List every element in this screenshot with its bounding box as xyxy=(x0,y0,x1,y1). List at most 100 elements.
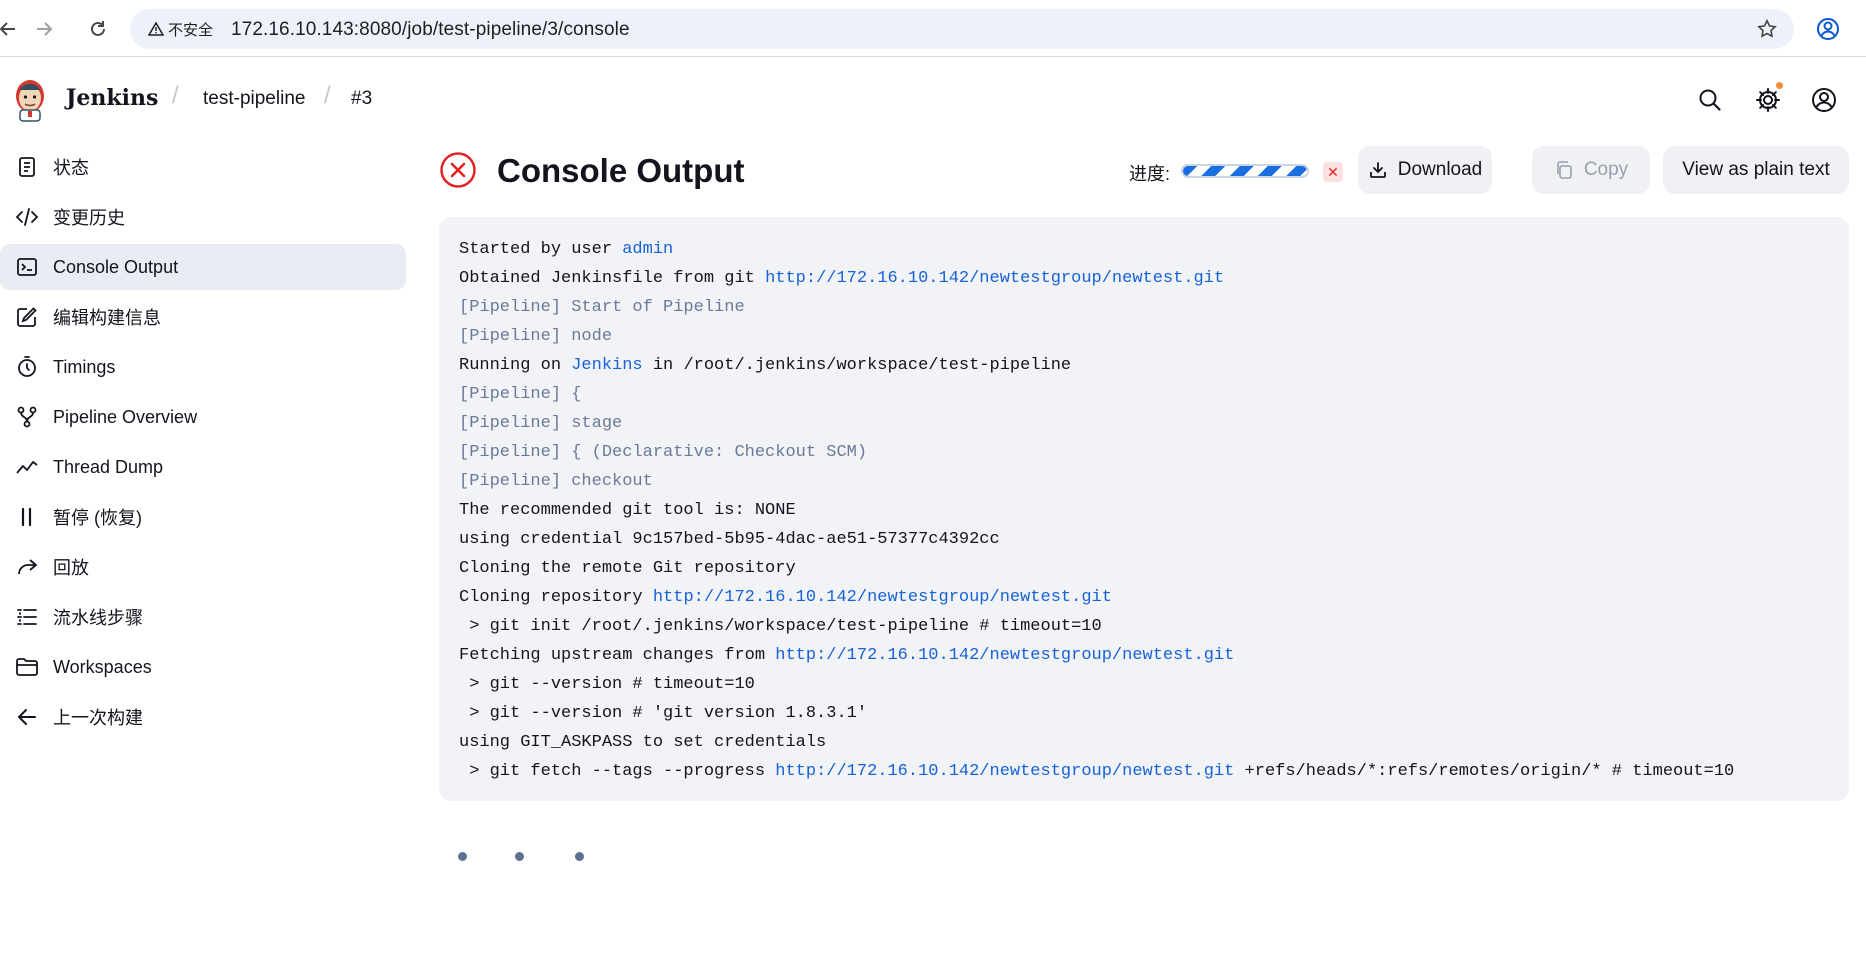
pipeline-step-text: [Pipeline] Start of Pipeline xyxy=(459,298,745,317)
sidebar-item-label: Pipeline Overview xyxy=(53,406,198,427)
console-text: Cloning the remote Git repository xyxy=(459,559,796,578)
search-icon[interactable] xyxy=(1696,86,1724,114)
download-button[interactable]: Download xyxy=(1358,146,1492,194)
sidebar-item-workspaces[interactable]: Workspaces xyxy=(0,644,406,690)
copy-icon xyxy=(1557,161,1572,179)
console-text: +refs/heads/*:refs/remotes/origin/* # ti… xyxy=(1234,762,1735,781)
arrow-left-icon xyxy=(14,704,40,730)
progress-bar xyxy=(1181,164,1309,178)
jenkins-header: Jenkins / test-pipeline / #3 xyxy=(0,58,1866,142)
sidebar-item-label: 暂停 (恢复) xyxy=(53,508,142,528)
page-title-row: Console Output 进度: ✕ Download Copy View … xyxy=(439,144,1849,200)
terminal-icon xyxy=(14,254,40,280)
console-link[interactable]: admin xyxy=(622,240,673,259)
console-text: > git --version # 'git version 1.8.3.1' xyxy=(459,704,868,723)
console-line: > git fetch --tags --progress http://172… xyxy=(459,757,1829,786)
download-label: Download xyxy=(1397,159,1483,180)
sidebar-item-label: 编辑构建信息 xyxy=(53,308,161,328)
sidebar-item-label: Timings xyxy=(53,356,116,377)
pipeline-step-text: [Pipeline] { (Declarative: Checkout SCM) xyxy=(459,443,868,462)
branch-icon xyxy=(14,404,40,430)
loading-dot xyxy=(515,852,524,861)
console-text: > git --version # timeout=10 xyxy=(459,675,755,694)
console-link[interactable]: http://172.16.10.142/newtestgroup/newtes… xyxy=(775,762,1234,781)
copy-button[interactable]: Copy xyxy=(1532,146,1650,194)
sidebar-item-label: 状态 xyxy=(53,158,89,178)
sidebar-item-edit-build-info[interactable]: 编辑构建信息 xyxy=(0,294,406,340)
console-line: Running on Jenkins in /root/.jenkins/wor… xyxy=(459,351,1829,380)
stopwatch-icon xyxy=(14,354,40,380)
console-line: Started by user admin xyxy=(459,235,1829,264)
gear-icon[interactable] xyxy=(1754,86,1782,114)
failed-status-icon xyxy=(440,152,476,188)
breadcrumb-build[interactable]: #3 xyxy=(351,88,372,110)
replay-icon xyxy=(14,554,40,580)
sidebar-item-pause-resume[interactable]: 暂停 (恢复) xyxy=(0,494,406,540)
console-text: Fetching upstream changes from xyxy=(459,646,776,665)
breadcrumb-job[interactable]: test-pipeline xyxy=(203,88,305,110)
breadcrumb-separator: / xyxy=(172,82,179,109)
console-text: using credential 9c157bed-5b95-4dac-ae51… xyxy=(459,530,1000,549)
console-link[interactable]: http://172.16.10.142/newtestgroup/newtes… xyxy=(765,269,1224,288)
reload-icon[interactable] xyxy=(84,15,112,43)
trend-icon xyxy=(14,454,40,480)
browser-profile-icon[interactable] xyxy=(1814,15,1842,43)
sidebar-item-status[interactable]: 状态 xyxy=(0,144,406,190)
console-text: Cloning repository xyxy=(459,588,653,607)
console-text: Obtained Jenkinsfile from git xyxy=(459,269,766,288)
sidebar-item-label: Console Output xyxy=(53,256,179,277)
console-line: [Pipeline] node xyxy=(459,322,1829,351)
back-icon[interactable] xyxy=(0,15,22,43)
console-text: Started by user xyxy=(459,240,623,259)
view-plain-text-label: View as plain text xyxy=(1682,159,1830,180)
console-text: > git fetch --tags --progress xyxy=(459,762,776,781)
sidebar-item-timings[interactable]: Timings xyxy=(0,344,406,390)
sidebar-item-changes[interactable]: 变更历史 xyxy=(0,194,406,240)
console-line: [Pipeline] stage xyxy=(459,409,1829,438)
console-line: [Pipeline] checkout xyxy=(459,467,1829,496)
view-plain-text-button[interactable]: View as plain text xyxy=(1663,146,1849,194)
security-chip[interactable]: 不安全 xyxy=(140,17,221,41)
download-icon xyxy=(1369,162,1386,178)
sidebar-item-pipeline-overview[interactable]: Pipeline Overview xyxy=(0,394,406,440)
pipeline-step-text: [Pipeline] stage xyxy=(459,414,623,433)
notepad-icon xyxy=(14,154,40,180)
stop-build-button[interactable]: ✕ xyxy=(1323,162,1343,182)
console-link[interactable]: Jenkins xyxy=(571,356,642,375)
console-line: Obtained Jenkinsfile from git http://172… xyxy=(459,264,1829,293)
console-text: Running on xyxy=(459,356,572,375)
bookmark-star-icon[interactable] xyxy=(1756,18,1778,40)
sidebar-item-previous-build[interactable]: 上一次构建 xyxy=(0,694,406,740)
pause-icon xyxy=(14,504,40,530)
console-line: [Pipeline] Start of Pipeline xyxy=(459,293,1829,322)
console-line: Cloning the remote Git repository xyxy=(459,554,1829,583)
console-link[interactable]: http://172.16.10.142/newtestgroup/newtes… xyxy=(775,646,1234,665)
code-icon xyxy=(14,204,40,230)
sidebar-item-thread-dump[interactable]: Thread Dump xyxy=(0,444,406,490)
sidebar-item-label: 流水线步骤 xyxy=(53,608,143,628)
jenkins-logo-icon[interactable] xyxy=(12,76,48,122)
console-text: using GIT_ASKPASS to set credentials xyxy=(459,733,827,752)
progress-label: 进度: xyxy=(1129,164,1171,184)
console-output-panel: Started by user admin Obtained Jenkinsfil… xyxy=(439,217,1849,801)
forward-icon[interactable] xyxy=(30,15,58,43)
pipeline-step-text: [Pipeline] node xyxy=(459,327,613,346)
sidebar-item-label: 上一次构建 xyxy=(53,708,143,728)
user-icon[interactable] xyxy=(1810,86,1838,114)
pipeline-step-text: [Pipeline] { xyxy=(459,385,582,404)
loading-indicator xyxy=(458,852,598,866)
sidebar-item-label: Thread Dump xyxy=(53,456,164,477)
breadcrumb-separator: / xyxy=(324,82,331,109)
url-text[interactable]: 172.16.10.143:8080/job/test-pipeline/3/c… xyxy=(231,19,630,41)
sidebar-item-console-output[interactable]: Console Output xyxy=(0,244,406,290)
brand-link[interactable]: Jenkins xyxy=(66,85,158,111)
console-link[interactable]: http://172.16.10.142/newtestgroup/newtes… xyxy=(653,588,1112,607)
sidebar-item-label: 回放 xyxy=(53,558,89,578)
page-title: Console Output xyxy=(497,152,745,189)
address-bar[interactable]: 不安全 172.16.10.143:8080/job/test-pipeline… xyxy=(130,9,1794,49)
sidebar-item-replay[interactable]: 回放 xyxy=(0,544,406,590)
sidebar-item-pipeline-steps[interactable]: 流水线步骤 xyxy=(0,594,406,640)
console-line: The recommended git tool is: NONE xyxy=(459,496,1829,525)
console-text: The recommended git tool is: NONE xyxy=(459,501,796,520)
console-line: [Pipeline] { xyxy=(459,380,1829,409)
